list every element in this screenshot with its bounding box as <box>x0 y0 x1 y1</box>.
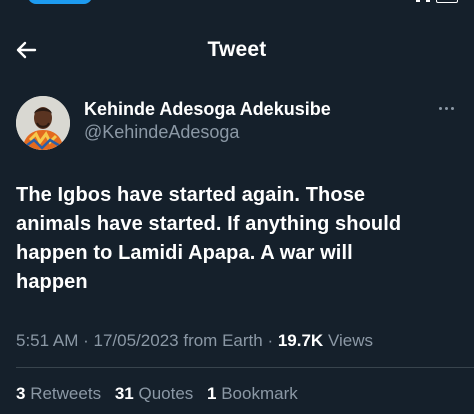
quotes-label: Quotes <box>138 384 194 403</box>
meta-separator: · <box>83 331 89 350</box>
status-pill <box>28 0 92 4</box>
page-title: Tweet <box>207 38 267 61</box>
retweets-label: Retweets <box>30 384 102 403</box>
retweets-count: 3 <box>16 384 26 403</box>
views-count[interactable]: 19.7K <box>278 331 323 350</box>
quotes-count: 31 <box>114 384 134 403</box>
status-icons <box>416 0 458 3</box>
signal-icon <box>416 0 420 2</box>
tweet-author: Kehinde Adesoga Adekusibe @KehindeAdesog… <box>16 96 458 152</box>
more-horizontal-icon <box>444 106 448 110</box>
views-label[interactable]: Views <box>328 331 373 350</box>
more-options-button[interactable] <box>434 98 458 118</box>
more-horizontal-icon <box>438 106 442 110</box>
tweet-source: from Earth <box>183 331 263 350</box>
battery-icon <box>436 0 458 3</box>
top-app-bar: Tweet <box>0 24 474 76</box>
tweet-time[interactable]: 5:51 AM <box>16 331 78 350</box>
signal-icon <box>426 0 430 2</box>
tweet-date[interactable]: 17/05/2023 <box>94 331 179 350</box>
meta-separator: · <box>267 331 274 350</box>
tweet-text-line: happen <box>16 271 88 293</box>
tweet-text-line: happen to Lamidi Apapa. A war will <box>16 242 353 264</box>
tweet-stats: 3 Retweets 31 Quotes 1 Bookmark <box>16 384 307 404</box>
more-horizontal-icon <box>450 106 454 110</box>
user-handle[interactable]: @KehindeAdesoga <box>84 122 239 143</box>
bookmarks-label: Bookmark <box>221 384 298 403</box>
status-bar <box>0 0 474 8</box>
tweet-text: The Igbos have started again. Those anim… <box>16 181 456 297</box>
tweet-text-line: The Igbos have started again. Those <box>16 184 366 206</box>
retweets-stat[interactable]: 3 Retweets <box>16 384 101 403</box>
tweet-text-line: animals have started. If anything should <box>16 213 402 235</box>
quotes-stat[interactable]: 31 Quotes <box>115 384 193 403</box>
display-name[interactable]: Kehinde Adesoga Adekusibe <box>84 99 331 120</box>
bookmarks-stat[interactable]: 1 Bookmark <box>207 384 298 403</box>
bookmarks-count: 1 <box>207 384 217 403</box>
avatar[interactable] <box>16 96 70 150</box>
tweet-meta: 5:51 AM · 17/05/2023 from Earth · 19.7K … <box>16 331 373 351</box>
profile-photo <box>16 96 70 150</box>
divider <box>16 367 474 368</box>
